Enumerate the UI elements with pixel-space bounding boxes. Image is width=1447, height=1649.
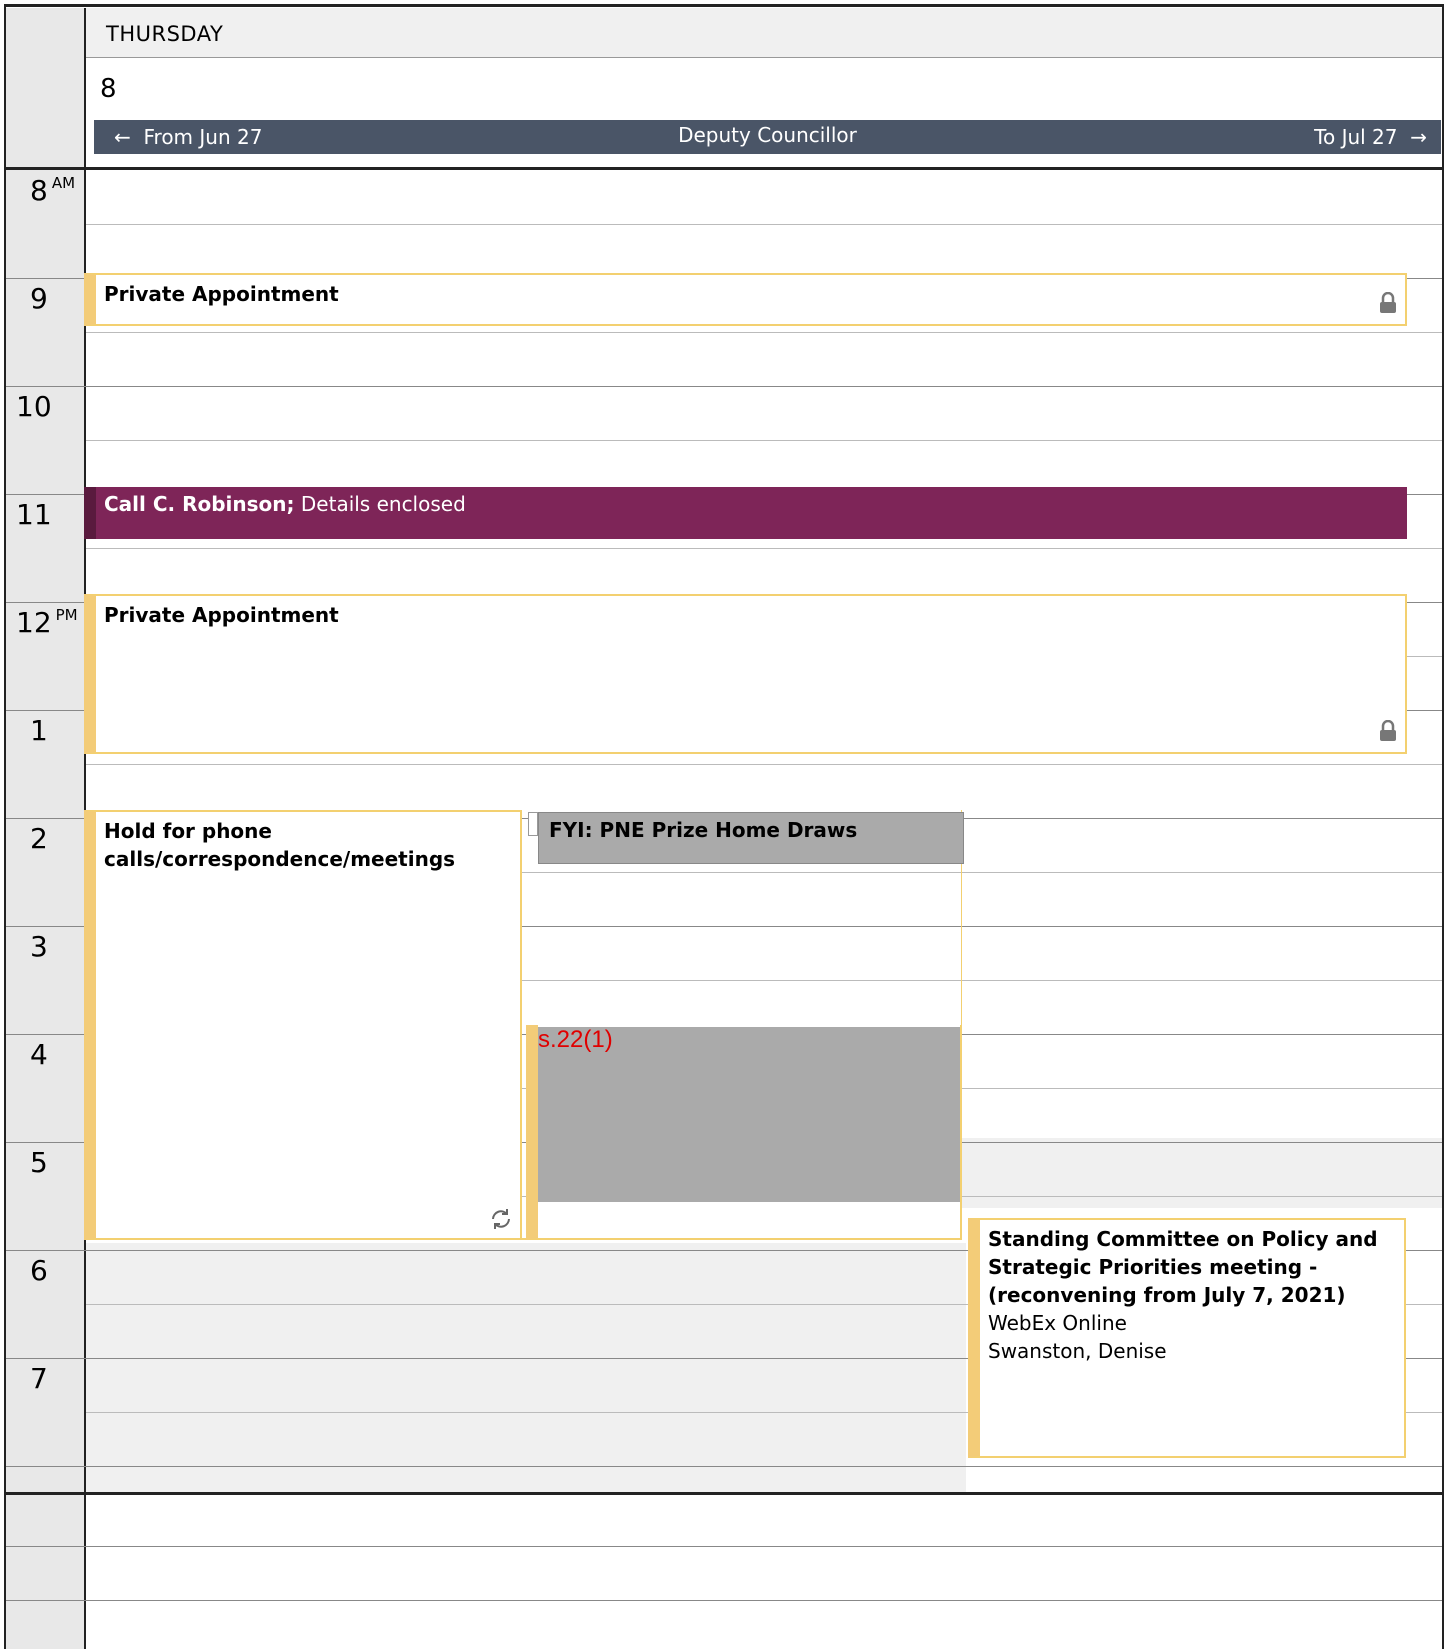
hour-label: 6	[30, 1254, 48, 1287]
after-hours-shade	[960, 1138, 1442, 1208]
hour-label: 3	[30, 930, 48, 963]
recurring-icon	[492, 1209, 510, 1229]
private-appointment-event[interactable]: Private Appointment	[84, 594, 1407, 754]
hour-line	[86, 1466, 1442, 1467]
half-hour-line	[86, 224, 1442, 225]
hour-label: 10	[16, 390, 52, 423]
hour-number: 3	[30, 930, 48, 963]
am-pm-suffix: AM	[51, 174, 76, 192]
hour-label: 5	[30, 1146, 48, 1179]
half-hour-line	[86, 548, 1442, 549]
hour-number: 10	[16, 390, 52, 423]
event-location: WebEx Online	[988, 1311, 1127, 1335]
hour-number: 11	[16, 498, 52, 531]
to-label: To Jul 27	[1314, 125, 1398, 149]
hour-label: 8 AM	[30, 174, 75, 207]
day-name: THURSDAY	[106, 22, 224, 46]
private-appointment-event[interactable]: Private Appointment	[84, 273, 1407, 326]
gutter-line	[6, 926, 86, 927]
gutter-line	[6, 386, 86, 387]
call-robinson-event[interactable]: Call C. Robinson; Details enclosed	[84, 487, 1407, 539]
hour-label: 2	[30, 822, 48, 855]
footer-row-line	[86, 1600, 1442, 1601]
gutter-line	[6, 818, 86, 819]
after-hours-shade	[86, 1243, 966, 1492]
day-header[interactable]: THURSDAY	[86, 8, 1442, 58]
hour-number: 1	[30, 714, 48, 747]
redaction-label: s.22(1)	[538, 1026, 613, 1053]
am-pm-suffix: PM	[55, 606, 78, 624]
gutter-line	[6, 278, 86, 279]
hour-line	[86, 386, 1442, 387]
fyi-pne-event[interactable]: FYI: PNE Prize Home Draws	[538, 812, 964, 864]
gutter-line	[6, 1466, 86, 1467]
hour-number: 5	[30, 1146, 48, 1179]
hour-label: 9	[30, 282, 48, 315]
gutter-line	[6, 1358, 86, 1359]
gutter-line	[6, 494, 86, 495]
hold-phone-calls-event[interactable]: Hold for phone calls/correspondence/meet…	[84, 810, 522, 1240]
standing-committee-event[interactable]: Standing Committee on Policy and Strateg…	[968, 1218, 1406, 1458]
event-organizer: Swanston, Denise	[988, 1339, 1167, 1363]
hour-label: 12 PM	[16, 606, 78, 639]
hour-number: 6	[30, 1254, 48, 1287]
gutter-line	[6, 1250, 86, 1251]
gutter-line	[6, 710, 86, 711]
footer-row-line	[86, 1546, 1442, 1547]
half-hour-line	[86, 440, 1442, 441]
half-hour-line	[86, 764, 1442, 765]
hour-label: 11	[16, 498, 52, 531]
gutter-line	[6, 1034, 86, 1035]
hour-number: 7	[30, 1362, 48, 1395]
hour-number: 4	[30, 1038, 48, 1071]
lock-icon	[1380, 720, 1396, 741]
gutter-line	[6, 1142, 86, 1143]
banner-title: Deputy Councillor	[678, 123, 857, 147]
hour-label: 1	[30, 714, 48, 747]
hour-number: 12	[16, 606, 52, 639]
event-title: Hold for phone calls/correspondence/meet…	[104, 819, 456, 871]
half-hour-line	[86, 332, 1442, 333]
hour-number: 9	[30, 282, 48, 315]
event-detail: Details enclosed	[300, 492, 466, 516]
event-title: Call C. Robinson;	[104, 492, 295, 516]
gutter-line	[6, 602, 86, 603]
overlap-column-marker	[528, 812, 538, 836]
event-title: FYI: PNE Prize Home Draws	[549, 818, 858, 842]
gutter-line	[6, 1546, 86, 1547]
event-title: Private Appointment	[104, 282, 339, 306]
footer-divider	[6, 1492, 1442, 1495]
hour-number: 8	[30, 174, 48, 207]
event-title: Private Appointment	[104, 603, 339, 627]
header-divider	[6, 167, 1442, 170]
day-number[interactable]: 8	[100, 74, 117, 104]
event-title: Standing Committee on Policy and Strateg…	[988, 1227, 1378, 1307]
hour-number: 2	[30, 822, 48, 855]
to-link[interactable]: To Jul 27 →	[1314, 125, 1427, 149]
out-of-range-banner[interactable]: ← From Jun 27 Deputy Councillor To Jul 2…	[86, 120, 1441, 154]
lock-icon	[1380, 292, 1396, 313]
hour-label: 7	[30, 1362, 48, 1395]
hour-label: 4	[30, 1038, 48, 1071]
gutter-line	[6, 1600, 86, 1601]
